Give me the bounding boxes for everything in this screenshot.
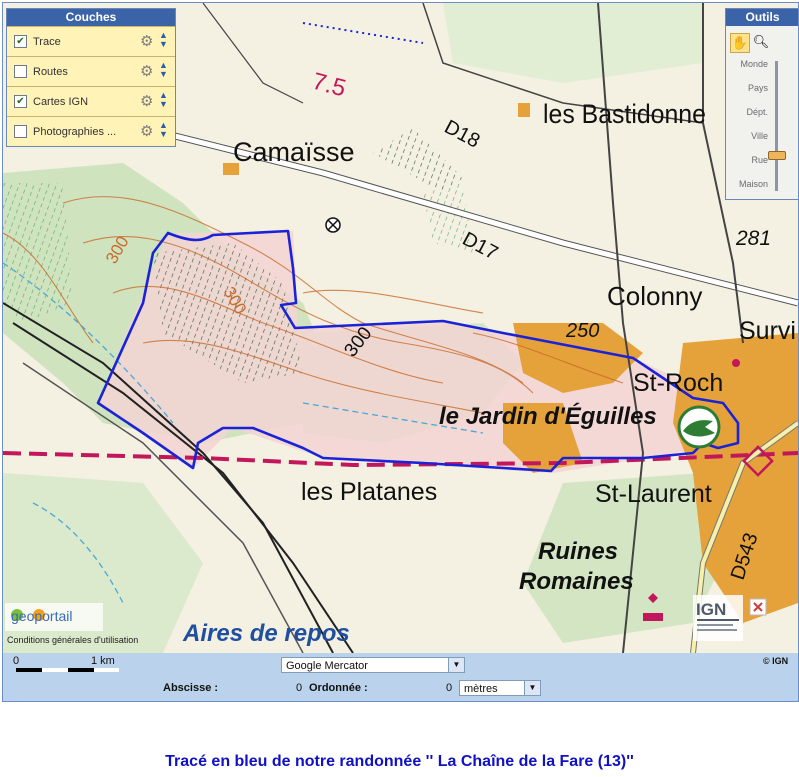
gear-icon[interactable]: ⚙ bbox=[140, 122, 153, 140]
tools-panel: Outils ✋ 🔍︎ Monde Pays Dépt. Ville Rue M… bbox=[725, 8, 798, 200]
geoportail-logo-text: geoportail bbox=[11, 608, 73, 624]
scale-bar bbox=[16, 668, 119, 672]
map-label-aires: Aires de repos bbox=[182, 620, 350, 647]
ign-logo-text: IGN bbox=[696, 600, 726, 619]
layer-trace-label: Trace bbox=[33, 36, 61, 48]
crossing-symbol bbox=[325, 217, 341, 233]
ordonnee-value: 0 bbox=[446, 682, 453, 694]
layer-cartes-ign-checkbox[interactable]: ✔ bbox=[14, 95, 27, 108]
abscisse-value: 0 bbox=[296, 682, 303, 694]
page-caption: Tracé en bleu de notre randonnée '' La C… bbox=[165, 753, 634, 770]
reorder-arrows-icon[interactable]: ▲ ▼ bbox=[159, 31, 168, 49]
gear-icon[interactable]: ⚙ bbox=[140, 92, 153, 110]
layers-panel: Couches ✔ Trace ⚙ ▲ ▼ Routes ⚙ ▲ ▼ ✔ Carte… bbox=[6, 8, 176, 147]
building bbox=[518, 103, 530, 117]
trailhead-marker[interactable] bbox=[677, 405, 721, 449]
layer-cartes-ign[interactable]: ✔ Cartes IGN ⚙ ▲ ▼ bbox=[7, 86, 175, 116]
scale-end-label: 1 km bbox=[91, 655, 115, 667]
map-label-romaines: Romaines bbox=[519, 568, 634, 595]
map-label-jardin: le Jardin d'Éguilles bbox=[439, 402, 657, 430]
church-symbol bbox=[732, 359, 740, 367]
ign-logo[interactable]: IGN bbox=[693, 595, 743, 641]
chevron-down-icon[interactable]: ▼ bbox=[524, 681, 540, 695]
gear-icon[interactable]: ⚙ bbox=[140, 62, 153, 80]
projection-select[interactable]: Google Mercator ▼ bbox=[281, 657, 465, 673]
zoom-scale[interactable]: Monde Pays Dépt. Ville Rue Maison bbox=[728, 57, 796, 195]
layers-panel-title: Couches bbox=[7, 9, 175, 26]
map-label-st-roch: St-Roch bbox=[633, 369, 723, 397]
zoom-level-monde[interactable]: Monde bbox=[730, 59, 768, 69]
layer-photographies[interactable]: Photographies ... ⚙ ▲ ▼ bbox=[7, 116, 175, 146]
geoportail-logo[interactable]: geoportail bbox=[5, 603, 103, 631]
chevron-down-icon[interactable]: ▼ bbox=[448, 658, 464, 672]
copyright-label: © IGN bbox=[763, 656, 789, 666]
map-label-survi: Survi bbox=[739, 317, 796, 345]
reorder-arrows-icon[interactable]: ▲ ▼ bbox=[159, 91, 168, 109]
close-icon[interactable] bbox=[749, 598, 767, 616]
hatched-zone bbox=[3, 183, 73, 323]
zoom-level-maison[interactable]: Maison bbox=[730, 179, 768, 189]
layer-routes-checkbox[interactable] bbox=[14, 65, 27, 78]
zoom-box-icon[interactable]: 🔍︎ bbox=[752, 33, 770, 51]
map-label-281: 281 bbox=[735, 227, 771, 250]
layer-photographies-label: Photographies ... bbox=[33, 126, 117, 138]
gear-icon[interactable]: ⚙ bbox=[140, 32, 153, 50]
abscisse-label: Abscisse : bbox=[163, 682, 219, 694]
zoom-slider-handle[interactable] bbox=[768, 151, 786, 160]
pan-hand-icon[interactable]: ✋ bbox=[730, 33, 750, 53]
projection-select-value: Google Mercator bbox=[286, 660, 368, 672]
layer-photographies-checkbox[interactable] bbox=[14, 125, 27, 138]
layer-trace-checkbox[interactable]: ✔ bbox=[14, 35, 27, 48]
map-label-st-laurent: St-Laurent bbox=[595, 480, 712, 508]
zoom-level-dept[interactable]: Dépt. bbox=[730, 107, 768, 117]
map-label-250: 250 bbox=[565, 320, 599, 342]
layer-routes-label: Routes bbox=[33, 66, 68, 78]
layer-cartes-ign-label: Cartes IGN bbox=[33, 96, 89, 108]
scale-start-label: 0 bbox=[13, 655, 20, 667]
tools-panel-title: Outils bbox=[726, 9, 798, 26]
reorder-arrows-icon[interactable]: ▲ ▼ bbox=[159, 61, 168, 79]
map-label-ruines: Ruines bbox=[538, 538, 618, 565]
layer-routes[interactable]: Routes ⚙ ▲ ▼ bbox=[7, 56, 175, 86]
layer-trace[interactable]: ✔ Trace ⚙ ▲ ▼ bbox=[7, 26, 175, 56]
bottom-bar: 0 1 km Google Mercator ▼ © IGN Abscisse … bbox=[3, 653, 798, 701]
map-viewer[interactable]: les Bastidonne Camaïsse D18 D17 281 Colo… bbox=[2, 2, 799, 702]
map-label-camaisse: Camaïsse bbox=[233, 137, 355, 167]
map-label-platanes: les Platanes bbox=[301, 478, 437, 506]
unit-select-value: mètres bbox=[464, 683, 498, 695]
unit-select[interactable]: mètres ▼ bbox=[459, 680, 541, 696]
ordonnee-label: Ordonnée : bbox=[309, 682, 368, 694]
map-label-colonny: Colonny bbox=[607, 281, 702, 311]
zoom-slider-track[interactable] bbox=[775, 61, 778, 191]
map-label-bastidonne: les Bastidonne bbox=[543, 100, 706, 129]
zoom-level-ville[interactable]: Ville bbox=[730, 131, 768, 141]
reorder-arrows-icon[interactable]: ▲ ▼ bbox=[159, 121, 168, 139]
conditions-link[interactable]: Conditions générales d'utilisation bbox=[7, 635, 138, 645]
zoom-level-pays[interactable]: Pays bbox=[730, 83, 768, 93]
zoom-level-rue[interactable]: Rue bbox=[730, 155, 768, 165]
